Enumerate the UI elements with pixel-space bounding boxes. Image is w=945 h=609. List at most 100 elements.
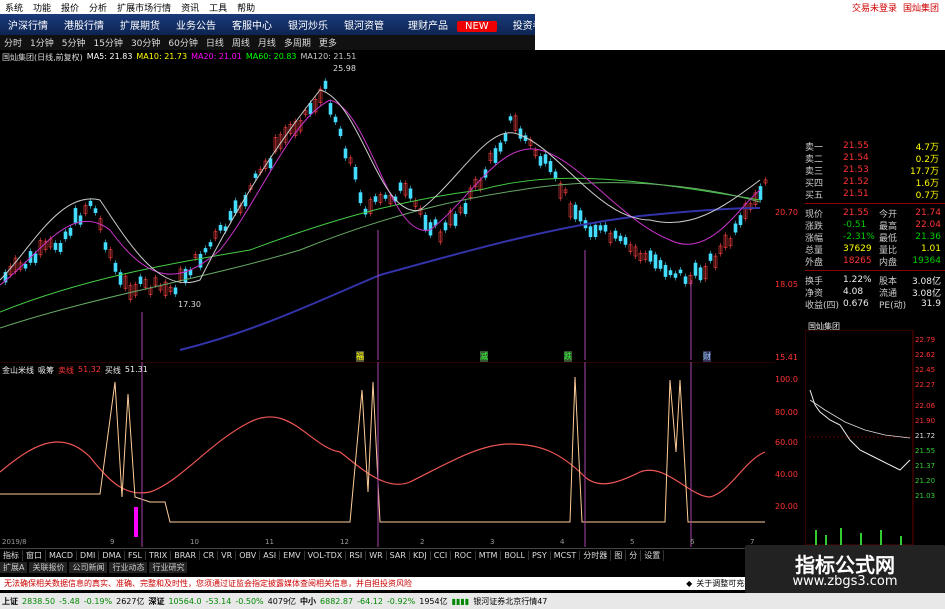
index-pct: -0.92% (386, 596, 416, 606)
period-item[interactable]: 30分钟 (127, 36, 164, 49)
tab-timer[interactable]: 分时器 (580, 549, 612, 561)
stat-value: 4.08 (843, 287, 864, 297)
menu-item[interactable]: 扩展市场行情 (112, 1, 176, 14)
candle-body (543, 154, 548, 164)
stat-value: 21.55 (843, 208, 869, 218)
menu-item[interactable]: 功能 (28, 1, 56, 14)
period-item[interactable]: 5分钟 (58, 36, 90, 49)
nav-item[interactable]: 扩展期货 (112, 17, 168, 32)
subtab-item[interactable]: 行业研究 (149, 561, 188, 573)
indicator-legend: 金山米线 吸筹 卖线 51.32 买线 51.31 (2, 365, 148, 376)
period-item[interactable]: 月线 (254, 36, 280, 49)
tab-window[interactable]: 窗口 (23, 549, 46, 561)
tab-wr[interactable]: WR (366, 550, 387, 560)
candle-body (658, 260, 663, 269)
nav-item[interactable]: 沪深行情 (0, 17, 56, 32)
nav-item[interactable]: 客服中心 (224, 17, 280, 32)
subtab-item[interactable]: 公司新闻 (69, 561, 108, 573)
tab-mcst[interactable]: MCST (551, 550, 581, 560)
candle-body (603, 224, 608, 232)
tab-fsl[interactable]: FSL (125, 550, 146, 560)
tab-roc[interactable]: ROC (451, 550, 476, 560)
candle-body (578, 210, 583, 222)
candle-body (593, 224, 598, 237)
menu-item[interactable]: 分析 (84, 1, 112, 14)
date-tick: 2 (420, 538, 425, 546)
mini-axis-tick: 22.27 (915, 381, 935, 389)
login-status[interactable]: 交易未登录 (852, 1, 897, 14)
candle-body (463, 203, 468, 214)
tab-psy[interactable]: PSY (529, 550, 551, 560)
tab-mtm[interactable]: MTM (476, 550, 502, 560)
index-value: 2838.50 (22, 596, 56, 606)
indicator-param: 吸筹 (38, 366, 54, 375)
signal-bars-icon: ▮▮▮▮ (451, 596, 470, 606)
tab-indicator[interactable]: 指标 (0, 549, 23, 561)
intraday-volume (815, 528, 902, 545)
nav-item[interactable]: 理财产品 NEW (392, 17, 505, 32)
nav-item[interactable]: 银河资管 (336, 17, 392, 32)
tab-obv[interactable]: OBV (236, 550, 261, 560)
sell-line-label: 卖线 (58, 366, 74, 375)
subtab-item[interactable]: 扩展A (0, 561, 28, 573)
tab-dma[interactable]: DMA (99, 550, 125, 560)
tab-vr[interactable]: VR (218, 550, 237, 560)
tab-trix[interactable]: TRIX (146, 550, 172, 560)
period-item[interactable]: 60分钟 (164, 36, 201, 49)
tab-settings[interactable]: 设置 (641, 549, 665, 561)
tab-rsi[interactable]: RSI (346, 550, 367, 560)
nav-item[interactable]: 港股行情 (56, 17, 112, 32)
candle-body (338, 128, 343, 137)
index-name[interactable]: 深证 (146, 596, 166, 607)
tab-vol-tdx[interactable]: VOL-TDX (305, 550, 347, 560)
date-tick: 11 (265, 538, 274, 546)
indicator-name[interactable]: 金山米线 (2, 365, 34, 376)
candle-body (648, 250, 653, 262)
tab-chart[interactable]: 图 (611, 549, 627, 561)
tab-brar[interactable]: BRAR (171, 550, 201, 560)
stat-row: 收益(四) 0.676 PE(动) 31.9 (805, 298, 945, 311)
tab-sar[interactable]: SAR (387, 550, 410, 560)
tab-dmi[interactable]: DMI (77, 550, 100, 560)
period-item[interactable]: 日线 (202, 36, 228, 49)
menu-item[interactable]: 资讯 (176, 1, 204, 14)
candlestick-chart[interactable] (0, 50, 790, 360)
subtab-item[interactable]: 行业动态 (109, 561, 148, 573)
index-amount: 4079亿 (267, 596, 297, 606)
tab-split[interactable]: 分 (626, 549, 642, 561)
candle-body (678, 269, 683, 274)
period-item[interactable]: 1分钟 (26, 36, 58, 49)
tab-macd[interactable]: MACD (46, 550, 77, 560)
intraday-chart[interactable]: 22.79 22.62 22.45 22.27 22.06 21.90 21.7… (805, 330, 945, 545)
menu-item[interactable]: 系统 (0, 1, 28, 14)
menu-item[interactable]: 工具 (204, 1, 232, 14)
period-item[interactable]: 更多 (315, 36, 341, 49)
period-item[interactable]: 周线 (228, 36, 254, 49)
menu-item[interactable]: 帮助 (232, 1, 260, 14)
nav-item[interactable]: 银河炒乐 (280, 17, 336, 32)
subtab-item[interactable]: 关联报价 (29, 561, 68, 573)
date-tick: 4 (560, 538, 565, 546)
tab-kdj[interactable]: KDJ (410, 550, 431, 560)
nav-item[interactable]: 投资者教育 (505, 17, 535, 32)
tab-boll[interactable]: BOLL (501, 550, 529, 560)
nav-item-label: 理财产品 (408, 21, 448, 32)
menu-item[interactable]: 报价 (56, 1, 84, 14)
period-item[interactable]: 15分钟 (89, 36, 126, 49)
indicator-tabs: 指标 窗口 MACD DMI DMA FSL TRIX BRAR CR VR O… (0, 548, 775, 561)
nav-item[interactable]: 业务公告 (168, 17, 224, 32)
period-item[interactable]: 分时 (0, 36, 26, 49)
tab-cci[interactable]: CCI (431, 550, 452, 560)
quote-row: 买五 21.51 0.7万 (805, 188, 945, 201)
indicator-chart[interactable] (0, 362, 790, 547)
stat-value: -2.31% (843, 232, 875, 242)
period-item[interactable]: 多周期 (280, 36, 315, 49)
index-name[interactable]: 中小 (298, 596, 318, 607)
tab-asi[interactable]: ASI (260, 550, 281, 560)
candle-body (758, 186, 763, 200)
candle-body (23, 263, 28, 269)
candle-body (93, 208, 98, 213)
tab-cr[interactable]: CR (200, 550, 219, 560)
tab-emv[interactable]: EMV (280, 550, 305, 560)
index-name[interactable]: 上证 (0, 596, 20, 607)
